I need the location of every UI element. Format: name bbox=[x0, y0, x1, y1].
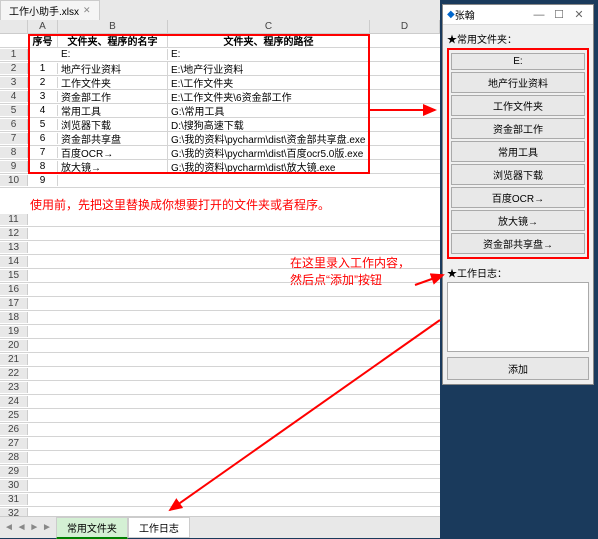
cell[interactable]: 地产行业资料 bbox=[58, 61, 168, 76]
row-head[interactable]: 15 bbox=[0, 270, 28, 281]
col-head-d[interactable]: D bbox=[370, 20, 440, 33]
row-head[interactable]: 20 bbox=[0, 340, 28, 351]
folder-button[interactable]: 放大镜→ bbox=[451, 210, 585, 231]
cell[interactable]: 放大镜→ bbox=[58, 159, 168, 174]
cell[interactable]: E:\地产行业资料 bbox=[168, 61, 370, 76]
file-tab[interactable]: 工作小助手.xlsx ✕ bbox=[0, 0, 100, 21]
row-head[interactable]: 22 bbox=[0, 368, 28, 379]
sheet-tab-1[interactable]: 常用文件夹 bbox=[56, 517, 128, 539]
row-head[interactable]: 26 bbox=[0, 424, 28, 435]
cell[interactable]: 6 bbox=[28, 133, 58, 144]
row-head[interactable]: 31 bbox=[0, 494, 28, 505]
row-head[interactable]: 12 bbox=[0, 228, 28, 239]
folder-button[interactable]: 常用工具 bbox=[451, 141, 585, 162]
row-head[interactable]: 29 bbox=[0, 466, 28, 477]
maximize-button[interactable]: ☐ bbox=[549, 8, 569, 21]
cell[interactable]: 资金部共享盘 bbox=[58, 131, 168, 146]
helper-app-window: ◆ 张翰 — ☐ ✕ ★常用文件夹： E: 地产行业资料工作文件夹资金部工作常用工… bbox=[442, 4, 594, 385]
cell[interactable]: 3 bbox=[28, 91, 58, 102]
cell[interactable]: 5 bbox=[28, 119, 58, 130]
cell[interactable]: 4 bbox=[28, 105, 58, 116]
folder-button[interactable]: 浏览器下载 bbox=[451, 164, 585, 185]
cell[interactable]: E:\工作文件夹 bbox=[168, 75, 370, 90]
row-head[interactable]: 13 bbox=[0, 242, 28, 253]
cell[interactable]: 浏览器下载 bbox=[58, 117, 168, 132]
row-head[interactable]: 1 bbox=[0, 49, 28, 60]
file-tab-label: 工作小助手.xlsx bbox=[9, 3, 79, 18]
row-head[interactable]: 5 bbox=[0, 105, 28, 116]
row-head[interactable]: 19 bbox=[0, 326, 28, 337]
add-button[interactable]: 添加 bbox=[447, 357, 589, 380]
minimize-button[interactable]: — bbox=[529, 9, 549, 21]
row-head[interactable]: 11 bbox=[0, 214, 28, 225]
cell[interactable]: G:\我的资料\pycharm\dist\放大镜.exe bbox=[168, 159, 370, 174]
row-head[interactable]: 2 bbox=[0, 63, 28, 74]
row-head[interactable]: 10 bbox=[0, 175, 28, 186]
cell[interactable]: G:\我的资料\pycharm\dist\百度ocr5.0版.exe bbox=[168, 145, 370, 160]
cell[interactable]: G:\常用工具 bbox=[168, 103, 370, 118]
cell[interactable]: 文件夹、程序的名字 bbox=[58, 34, 168, 48]
close-icon[interactable]: ✕ bbox=[83, 5, 91, 16]
cell[interactable]: 百度OCR→ bbox=[58, 145, 168, 160]
col-head-a[interactable]: A bbox=[28, 20, 58, 33]
cell[interactable]: 序号 bbox=[28, 34, 58, 48]
cell[interactable]: D:\搜狗高速下载 bbox=[168, 117, 370, 132]
cell[interactable]: 9 bbox=[28, 175, 58, 186]
sheet-tabs: ◄ ◄ ► ► 常用文件夹 工作日志 bbox=[0, 516, 440, 538]
sheet-nav[interactable]: ◄ ◄ ► ► bbox=[0, 522, 56, 533]
row-head[interactable]: 6 bbox=[0, 119, 28, 130]
titlebar[interactable]: ◆ 张翰 — ☐ ✕ bbox=[443, 5, 593, 25]
row-head[interactable]: 7 bbox=[0, 133, 28, 144]
annotation-text-2: 在这里录入工作内容， 然后点“添加”按钮 bbox=[290, 255, 410, 289]
row-head[interactable]: 28 bbox=[0, 452, 28, 463]
row-head[interactable]: 8 bbox=[0, 147, 28, 158]
row-head[interactable]: 9 bbox=[0, 161, 28, 172]
row-head[interactable]: 3 bbox=[0, 77, 28, 88]
app-icon: ◆ bbox=[447, 9, 455, 20]
folder-button[interactable]: 地产行业资料 bbox=[451, 72, 585, 93]
folder-button[interactable]: 资金部工作 bbox=[451, 118, 585, 139]
file-tabs: 工作小助手.xlsx ✕ bbox=[0, 0, 440, 20]
col-head-b[interactable]: B bbox=[58, 20, 168, 33]
folder-button[interactable]: 工作文件夹 bbox=[451, 95, 585, 116]
row-head[interactable]: 14 bbox=[0, 256, 28, 267]
row-head[interactable]: 24 bbox=[0, 396, 28, 407]
cell[interactable]: 常用工具 bbox=[58, 103, 168, 118]
cell[interactable]: E: bbox=[58, 49, 168, 60]
row-head[interactable]: 23 bbox=[0, 382, 28, 393]
row-head[interactable]: 21 bbox=[0, 354, 28, 365]
row-head[interactable]: 17 bbox=[0, 298, 28, 309]
select-all-corner[interactable] bbox=[0, 20, 28, 33]
annotation-box-2: E: 地产行业资料工作文件夹资金部工作常用工具浏览器下载百度OCR→放大镜→资金部… bbox=[447, 48, 589, 259]
cell[interactable]: 工作文件夹 bbox=[58, 75, 168, 90]
cell[interactable]: 2 bbox=[28, 77, 58, 88]
row-head[interactable]: 30 bbox=[0, 480, 28, 491]
section-label-folders: ★常用文件夹： bbox=[447, 31, 589, 46]
annotation-text-1: 使用前，先把这里替换成你想要打开的文件夹或者程序。 bbox=[30, 196, 440, 213]
cell[interactable]: 8 bbox=[28, 161, 58, 172]
section-label-log: ★工作日志： bbox=[447, 265, 589, 280]
folder-button[interactable]: 资金部共享盘→ bbox=[451, 233, 585, 254]
app-title: 张翰 bbox=[455, 7, 529, 22]
cell[interactable]: E:\工作文件夹\6资金部工作 bbox=[168, 89, 370, 104]
col-head-c[interactable]: C bbox=[168, 20, 370, 33]
folder-button[interactable]: 百度OCR→ bbox=[451, 187, 585, 208]
close-button[interactable]: ✕ bbox=[569, 8, 589, 21]
cell[interactable]: 1 bbox=[28, 63, 58, 74]
column-headers: A B C D bbox=[0, 20, 440, 34]
row-head[interactable]: 18 bbox=[0, 312, 28, 323]
cell[interactable]: G:\我的资料\pycharm\dist\资金部共享盘.exe bbox=[168, 131, 370, 146]
sheet-tab-2[interactable]: 工作日志 bbox=[128, 517, 190, 538]
row-head[interactable]: 25 bbox=[0, 410, 28, 421]
cell[interactable]: E: bbox=[168, 49, 370, 60]
folder-button[interactable]: E: bbox=[451, 53, 585, 70]
cell[interactable]: 资金部工作 bbox=[58, 89, 168, 104]
log-input[interactable] bbox=[447, 282, 589, 352]
cell[interactable]: 7 bbox=[28, 147, 58, 158]
row-head[interactable]: 32 bbox=[0, 508, 28, 516]
cell[interactable]: 文件夹、程序的路径 bbox=[168, 34, 370, 48]
row-head[interactable]: 4 bbox=[0, 91, 28, 102]
row-head[interactable]: 27 bbox=[0, 438, 28, 449]
row-head[interactable]: 16 bbox=[0, 284, 28, 295]
